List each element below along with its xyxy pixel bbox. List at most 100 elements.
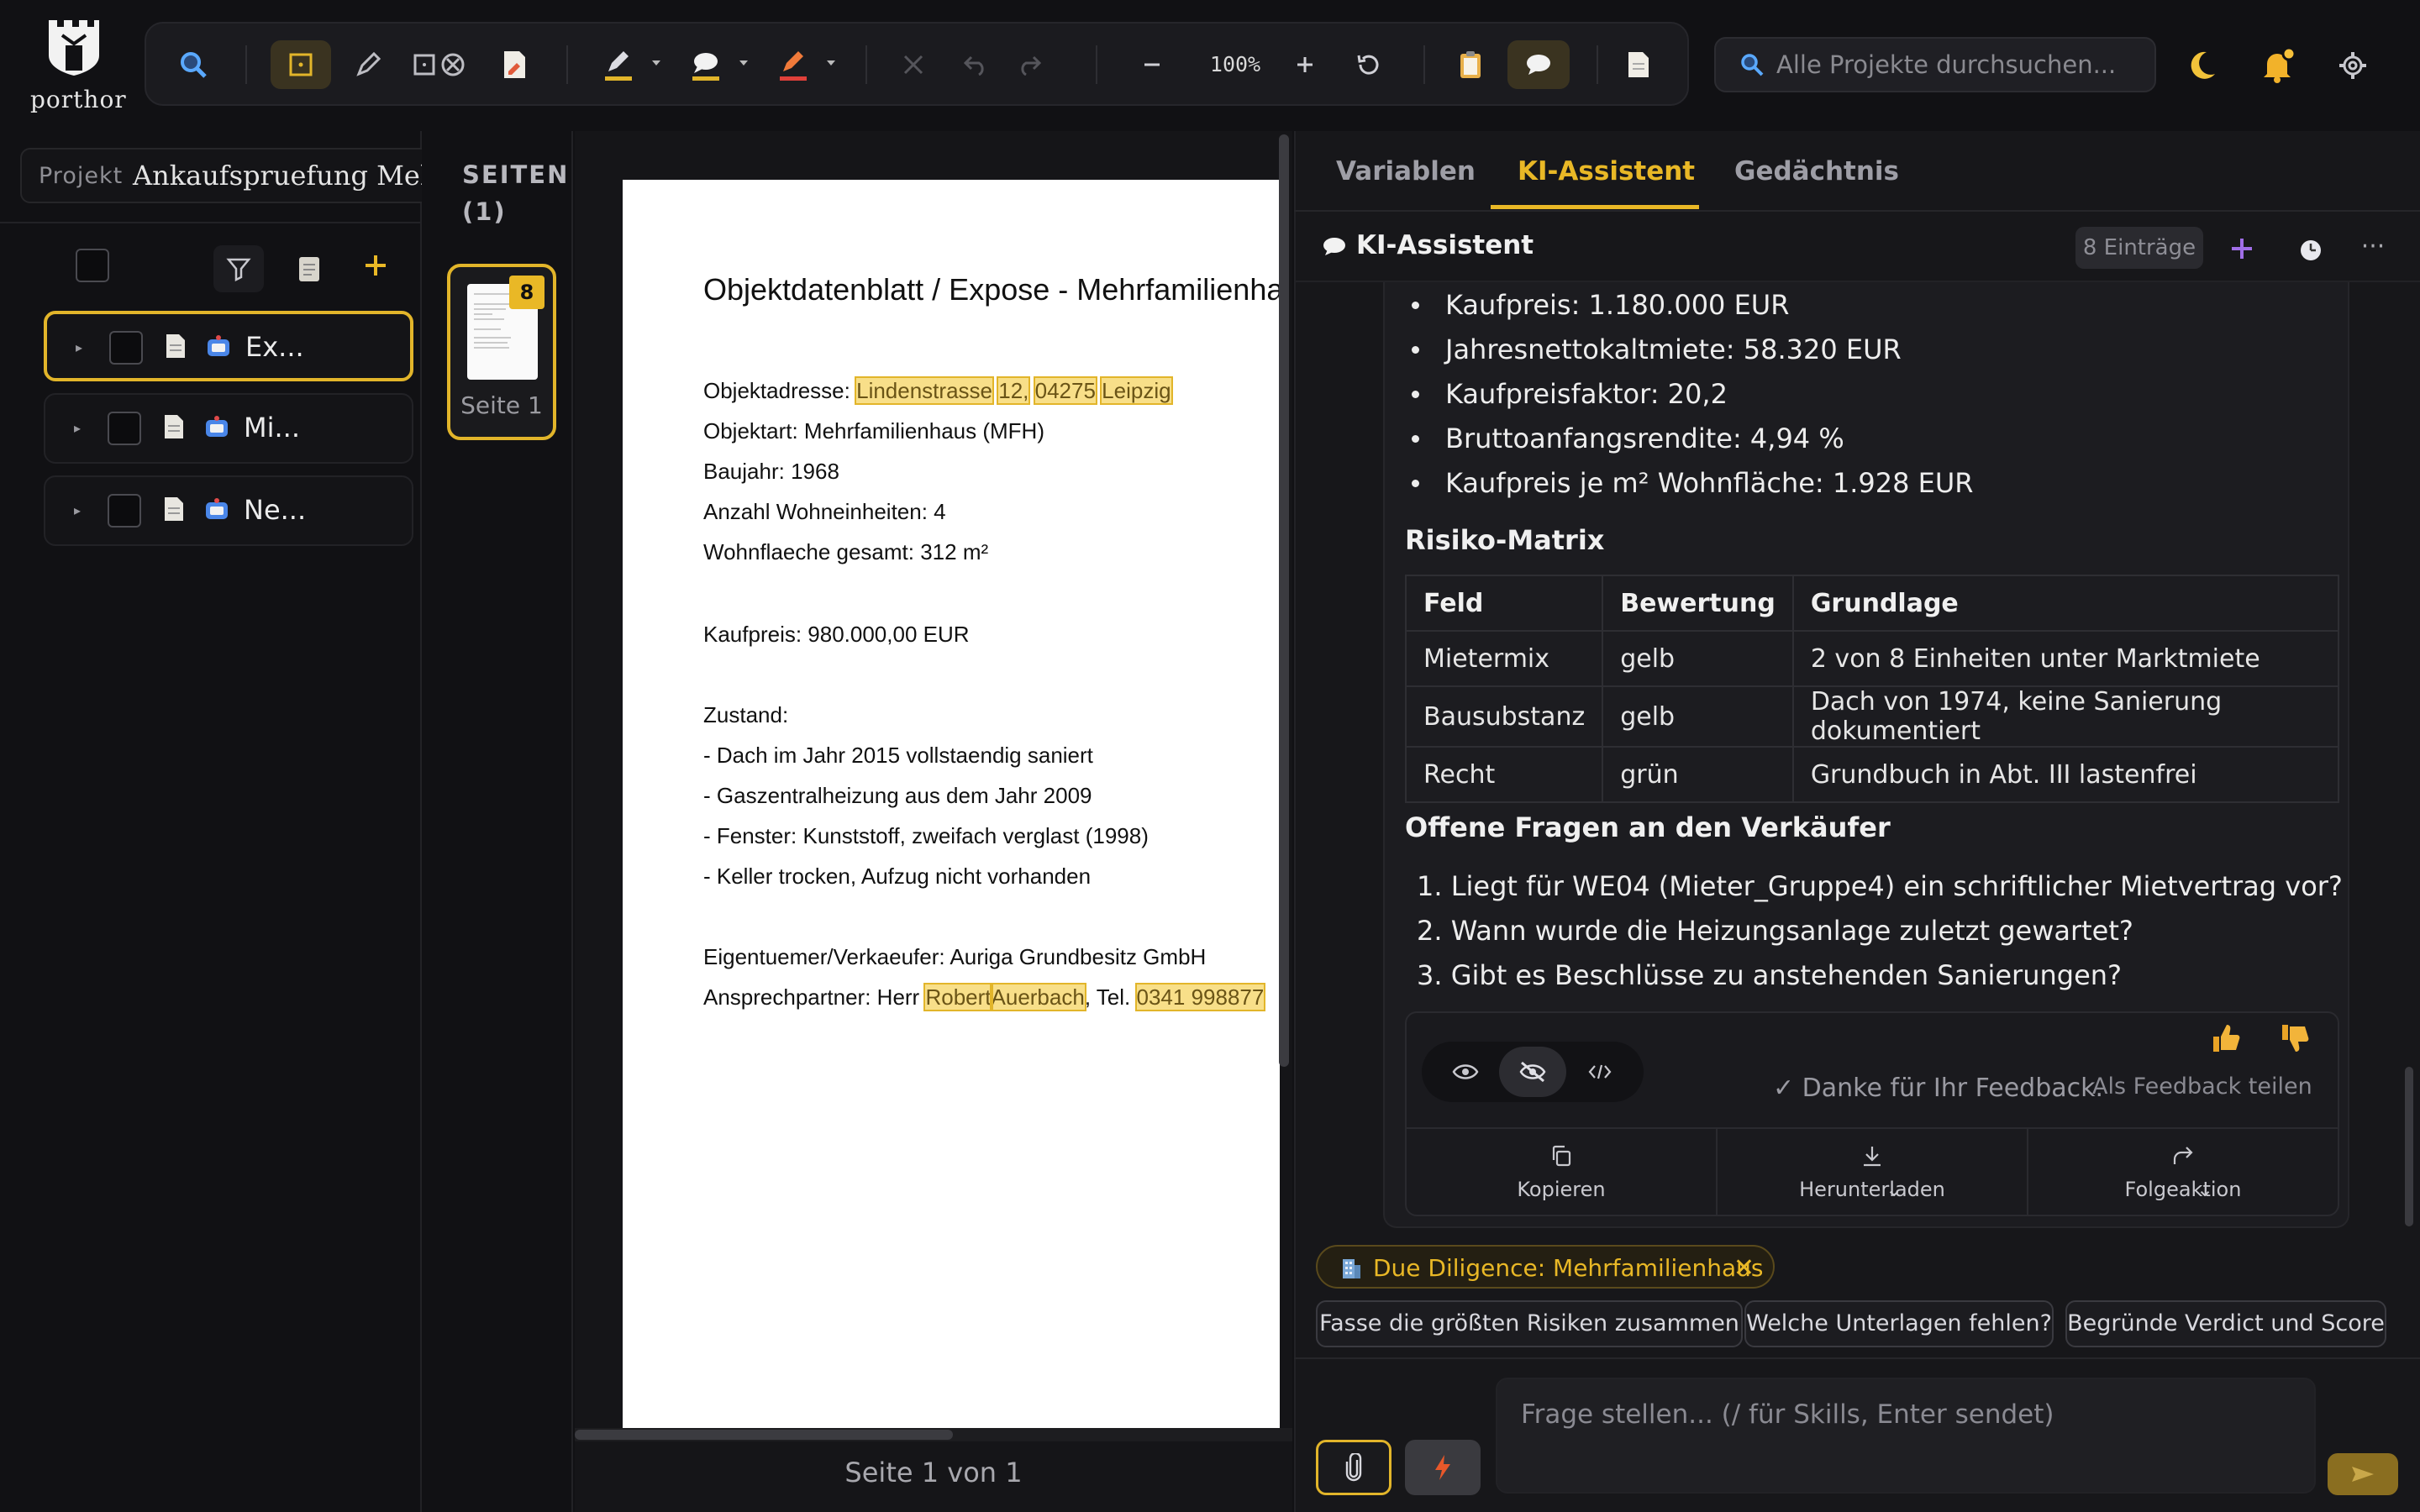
doc-line: Kaufpreis: 980.000,00 EUR <box>703 622 970 647</box>
address-zip-highlight[interactable]: 04275 <box>1033 376 1097 405</box>
address-number-highlight[interactable]: 12, <box>997 376 1031 405</box>
question-item: 1. Liegt für WE04 (Mieter_Gruppe4) ein s… <box>1417 870 2343 902</box>
table-cell: gelb <box>1602 685 1794 748</box>
attach-button[interactable] <box>1316 1440 1392 1495</box>
file-checkbox[interactable] <box>108 412 141 445</box>
table-header-cell: Feld <box>1404 575 1604 632</box>
zoom-in-icon[interactable] <box>1284 40 1326 89</box>
table-header-cell: Bewertung <box>1602 575 1794 632</box>
context-chip[interactable]: Due Diligence: Mehrfamilienhaus ✕ <box>1316 1245 1775 1289</box>
copy-button[interactable]: Kopieren <box>1407 1129 1716 1216</box>
code-icon <box>1588 1064 1612 1079</box>
question-item: 3. Gibt es Beschlüsse zu anstehenden San… <box>1417 959 2123 991</box>
building-icon <box>1343 1259 1360 1278</box>
add-file-button[interactable] <box>356 244 395 287</box>
question-input[interactable] <box>1496 1378 2316 1494</box>
project-selector[interactable]: Projekt Ankaufspruefung Mehrfamilienhaus <box>20 148 432 203</box>
contact-phone-highlight[interactable]: 0341 998877 <box>1134 983 1266 1011</box>
history-clock-icon[interactable] <box>2292 232 2329 269</box>
highlighter-pen-icon[interactable] <box>592 40 645 89</box>
settings-gear-icon[interactable] <box>2329 42 2376 89</box>
viewer-vertical-scrollbar[interactable] <box>1279 134 1289 1067</box>
active-tab-indicator <box>1491 205 1699 209</box>
table-row: Mietermix gelb 2 von 8 Einheiten unter M… <box>1404 630 2340 687</box>
more-options-icon[interactable]: ··· <box>2356 232 2390 269</box>
notifications-bell-icon[interactable] <box>2254 42 2301 89</box>
search-tool-icon[interactable] <box>170 40 217 89</box>
suggestion-chip[interactable]: Welche Unterlagen fehlen? <box>1744 1300 2054 1347</box>
skills-button[interactable] <box>1405 1440 1481 1495</box>
redo-icon[interactable] <box>1008 40 1050 89</box>
viewer-horizontal-scrollbar[interactable] <box>575 1428 1292 1441</box>
tab-ki-assistent[interactable]: KI-Assistent <box>1518 156 1695 186</box>
expand-arrow-icon[interactable]: ▸ <box>74 420 81 436</box>
tab-variablen[interactable]: Variablen <box>1336 156 1476 186</box>
file-item[interactable]: ▸ Ex... <box>44 311 413 381</box>
undo-icon[interactable] <box>955 40 997 89</box>
kpi-bullet: Jahresnettokaltmiete: 58.320 EUR <box>1412 333 2336 365</box>
expand-arrow-icon[interactable]: ▸ <box>76 339 82 355</box>
delete-x-icon[interactable] <box>892 40 934 89</box>
filter-button[interactable] <box>213 245 264 292</box>
notes-icon[interactable] <box>292 249 326 289</box>
thumbs-down-icon[interactable] <box>2277 1021 2311 1055</box>
file-item[interactable]: ▸ Ne... <box>44 475 413 546</box>
close-icon[interactable]: ✕ <box>1733 1253 1754 1283</box>
suggestion-chip[interactable]: Begründe Verdict und Score <box>2065 1300 2386 1347</box>
file-item[interactable]: ▸ Mi... <box>44 393 413 464</box>
question-item: 2. Wann wurde die Heizungsanlage zuletzt… <box>1417 915 2133 947</box>
file-name: Ne... <box>244 494 307 526</box>
entries-count-badge[interactable]: 8 Einträge <box>2075 227 2203 269</box>
document-icon[interactable] <box>1615 40 1662 89</box>
expand-arrow-icon[interactable]: ▸ <box>74 502 81 518</box>
follow-up-button[interactable]: Folgeaktion ⌄ <box>2028 1129 2338 1216</box>
new-chat-button[interactable] <box>2225 230 2259 267</box>
marker-red-icon[interactable] <box>766 40 820 89</box>
chat-scrollbar[interactable] <box>2405 1067 2413 1226</box>
contact-lastname-highlight[interactable]: Auerbach <box>989 983 1086 1011</box>
doc-line: - Fenster: Kunststoff, zweifach verglast… <box>703 823 1149 848</box>
table-cell: Grundbuch in Abt. III lastenfrei <box>1791 746 2340 803</box>
lightning-icon <box>1435 1455 1450 1480</box>
table-cell: Recht <box>1404 746 1604 803</box>
note-doc-icon[interactable] <box>491 40 538 89</box>
table-row: Recht grün Grundbuch in Abt. III lastenf… <box>1404 746 2340 803</box>
table-cell: Dach von 1974, keine Sanierung dokumenti… <box>1791 685 2340 748</box>
view-source-button[interactable] <box>1566 1047 1634 1097</box>
thumbs-up-icon[interactable] <box>2208 1021 2242 1055</box>
chat-panel-toggle-icon[interactable] <box>1507 40 1570 89</box>
contact-firstname-highlight[interactable]: Robert <box>923 983 993 1011</box>
tab-gedaechtnis[interactable]: Gedächtnis <box>1734 156 1899 186</box>
select-tool-button[interactable] <box>271 40 331 89</box>
plus-icon <box>2232 239 2252 259</box>
hide-highlights-button[interactable] <box>1499 1047 1566 1097</box>
share-feedback-link[interactable]: Als Feedback teilen <box>2092 1074 2312 1100</box>
comment-tool-icon[interactable] <box>679 40 733 89</box>
download-button[interactable]: Herunterladen ⌄ <box>1718 1129 2027 1216</box>
download-icon <box>1864 1147 1881 1167</box>
ai-processed-icon <box>206 498 228 519</box>
send-button[interactable] <box>2328 1453 2398 1495</box>
divider <box>1294 1357 2420 1359</box>
file-checkbox[interactable] <box>109 331 143 365</box>
message-action-row: Kopieren Herunterladen ⌄ Folgeaktion ⌄ <box>1407 1127 2338 1216</box>
reset-rotate-icon[interactable] <box>1344 40 1392 89</box>
suggestion-chip[interactable]: Fasse die größten Risiken zusammen <box>1316 1300 1743 1347</box>
dark-mode-moon-icon[interactable] <box>2178 42 2225 89</box>
view-rendered-button[interactable] <box>1432 1047 1499 1097</box>
doc-contact-line: Ansprechpartner: Herr RobertAuerbach, Te… <box>703 983 1266 1011</box>
pen-tool-icon[interactable] <box>341 40 395 89</box>
zoom-out-icon[interactable] <box>1131 40 1173 89</box>
address-city-highlight[interactable]: Leipzig <box>1100 376 1173 405</box>
document-title: Objektdatenblatt / Expose - Mehrfamilien… <box>703 272 1280 307</box>
file-checkbox[interactable] <box>108 494 141 528</box>
select-all-checkbox[interactable] <box>76 249 109 282</box>
project-search-input[interactable]: Alle Projekte durchsuchen... <box>1714 37 2156 92</box>
page-thumbnail[interactable]: 8 Seite 1 <box>447 264 556 440</box>
table-cell: 2 von 8 Einheiten unter Marktmiete <box>1791 630 2340 687</box>
area-erase-tool-icon[interactable] <box>407 40 474 89</box>
table-cell: Mietermix <box>1404 630 1604 687</box>
address-street-highlight[interactable]: Lindenstrasse <box>855 376 994 405</box>
brand-logo[interactable]: porthor <box>30 17 126 121</box>
clipboard-icon[interactable] <box>1447 40 1494 89</box>
